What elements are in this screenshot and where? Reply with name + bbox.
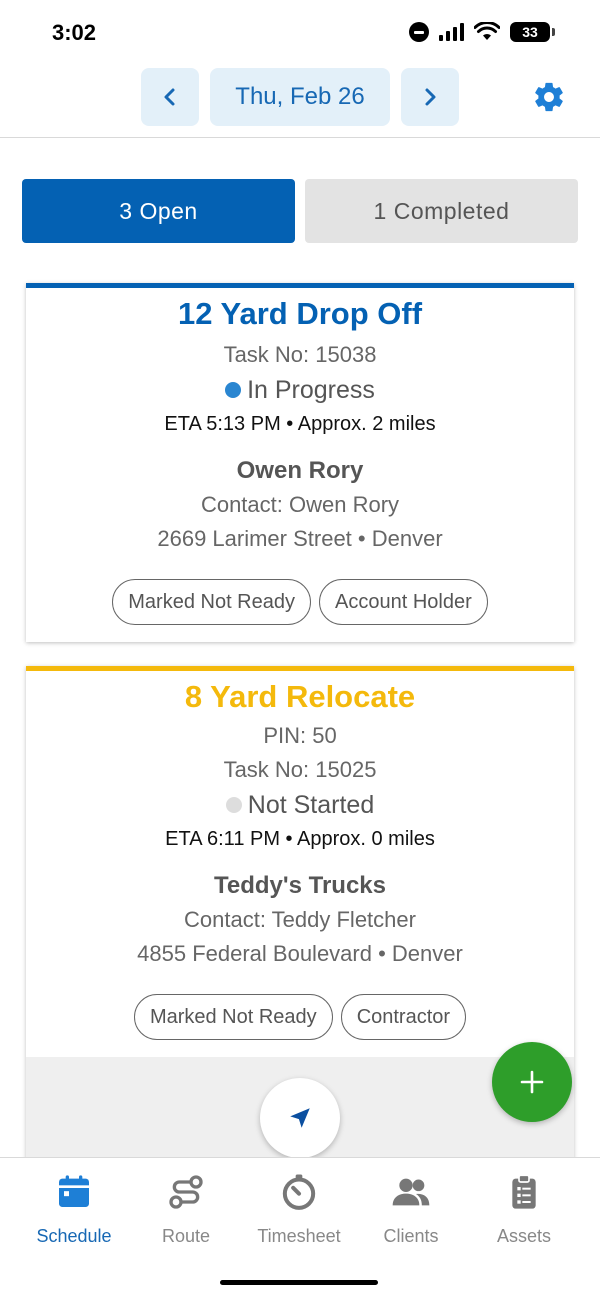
task-status-label: Not Started <box>247 791 375 819</box>
task-number: Task No: 15025 <box>223 757 377 782</box>
tag-badge: Contractor <box>340 994 467 1040</box>
task-status-label: In Progress <box>247 376 375 404</box>
task-eta: ETA 5:13 PM • Approx. 2 miles <box>164 413 436 435</box>
gear-icon[interactable] <box>532 80 566 114</box>
tab-timesheet[interactable]: Timesheet <box>244 1172 354 1247</box>
do-not-disturb-icon <box>409 22 429 42</box>
task-number: Task No: 15038 <box>223 342 377 367</box>
task-pin: PIN: 50 <box>263 723 337 748</box>
plus-icon <box>520 1070 544 1094</box>
calendar-icon <box>59 1175 89 1207</box>
tab-label: Assets <box>496 1226 552 1246</box>
tab-clients[interactable]: Clients <box>356 1172 466 1247</box>
tab-route[interactable]: Route <box>131 1172 241 1247</box>
task-eta: ETA 6:11 PM • Approx. 0 miles <box>165 828 435 850</box>
chevron-left-icon <box>164 88 175 106</box>
tab-assets[interactable]: Assets <box>469 1172 579 1247</box>
tab-label: Timesheet <box>257 1226 341 1246</box>
task-address: 2669 Larimer Street • Denver <box>157 526 443 551</box>
contact-name: Contact: Owen Rory <box>200 492 400 517</box>
navigate-button[interactable] <box>260 1078 340 1158</box>
home-indicator <box>220 1280 378 1285</box>
header: Thu, Feb 26 <box>0 66 600 138</box>
tag-badge: Account Holder <box>319 579 488 625</box>
tab-label: Clients <box>383 1226 439 1246</box>
tag-badge: Marked Not Ready <box>133 994 333 1040</box>
cellular-signal-icon <box>439 23 464 41</box>
task-status: Not Started <box>26 787 574 823</box>
previous-day-button[interactable] <box>141 68 199 126</box>
client-name: Owen Rory <box>236 457 364 484</box>
battery-icon: 33 <box>510 22 555 42</box>
task-card[interactable]: 12 Yard Drop Off Task No: 15038 In Progr… <box>26 283 574 642</box>
date-picker-button[interactable]: Thu, Feb 26 <box>210 68 390 126</box>
clipboard-icon <box>512 1174 536 1209</box>
tab-completed[interactable]: 1 Completed <box>305 179 578 243</box>
tab-open[interactable]: 3 Open <box>22 179 295 243</box>
task-status: In Progress <box>26 372 574 408</box>
tab-schedule[interactable]: Schedule <box>19 1172 129 1247</box>
status-bar: 3:02 33 <box>0 0 600 66</box>
add-task-button[interactable] <box>492 1042 572 1122</box>
task-tags: Marked Not Ready Account Holder <box>26 579 574 625</box>
tag-badge: Marked Not Ready <box>112 579 311 625</box>
task-title: 12 Yard Drop Off <box>177 296 423 331</box>
status-time: 3:02 <box>52 20 97 45</box>
bottom-tab-bar: Schedule Route Timesheet Clients Assets <box>0 1157 600 1299</box>
task-filter-tabs: 3 Open 1 Completed <box>22 179 578 243</box>
tab-label: Route <box>161 1226 211 1246</box>
status-dot-icon <box>225 382 242 398</box>
next-day-button[interactable] <box>401 68 459 126</box>
navigation-arrow-icon <box>290 1108 310 1128</box>
contact-name: Contact: Teddy Fletcher <box>184 907 416 932</box>
status-icons: 33 <box>409 22 555 42</box>
task-tags: Marked Not Ready Contractor <box>26 994 574 1040</box>
route-icon <box>169 1175 203 1209</box>
status-dot-icon <box>225 797 242 813</box>
wifi-icon <box>474 22 500 40</box>
timer-icon <box>282 1174 316 1210</box>
people-icon <box>392 1178 430 1206</box>
chevron-right-icon <box>425 88 436 106</box>
task-title: 8 Yard Relocate <box>184 679 416 714</box>
task-address: 4855 Federal Boulevard • Denver <box>137 941 463 966</box>
tab-label: Schedule <box>36 1226 112 1246</box>
client-name: Teddy's Trucks <box>214 872 386 899</box>
